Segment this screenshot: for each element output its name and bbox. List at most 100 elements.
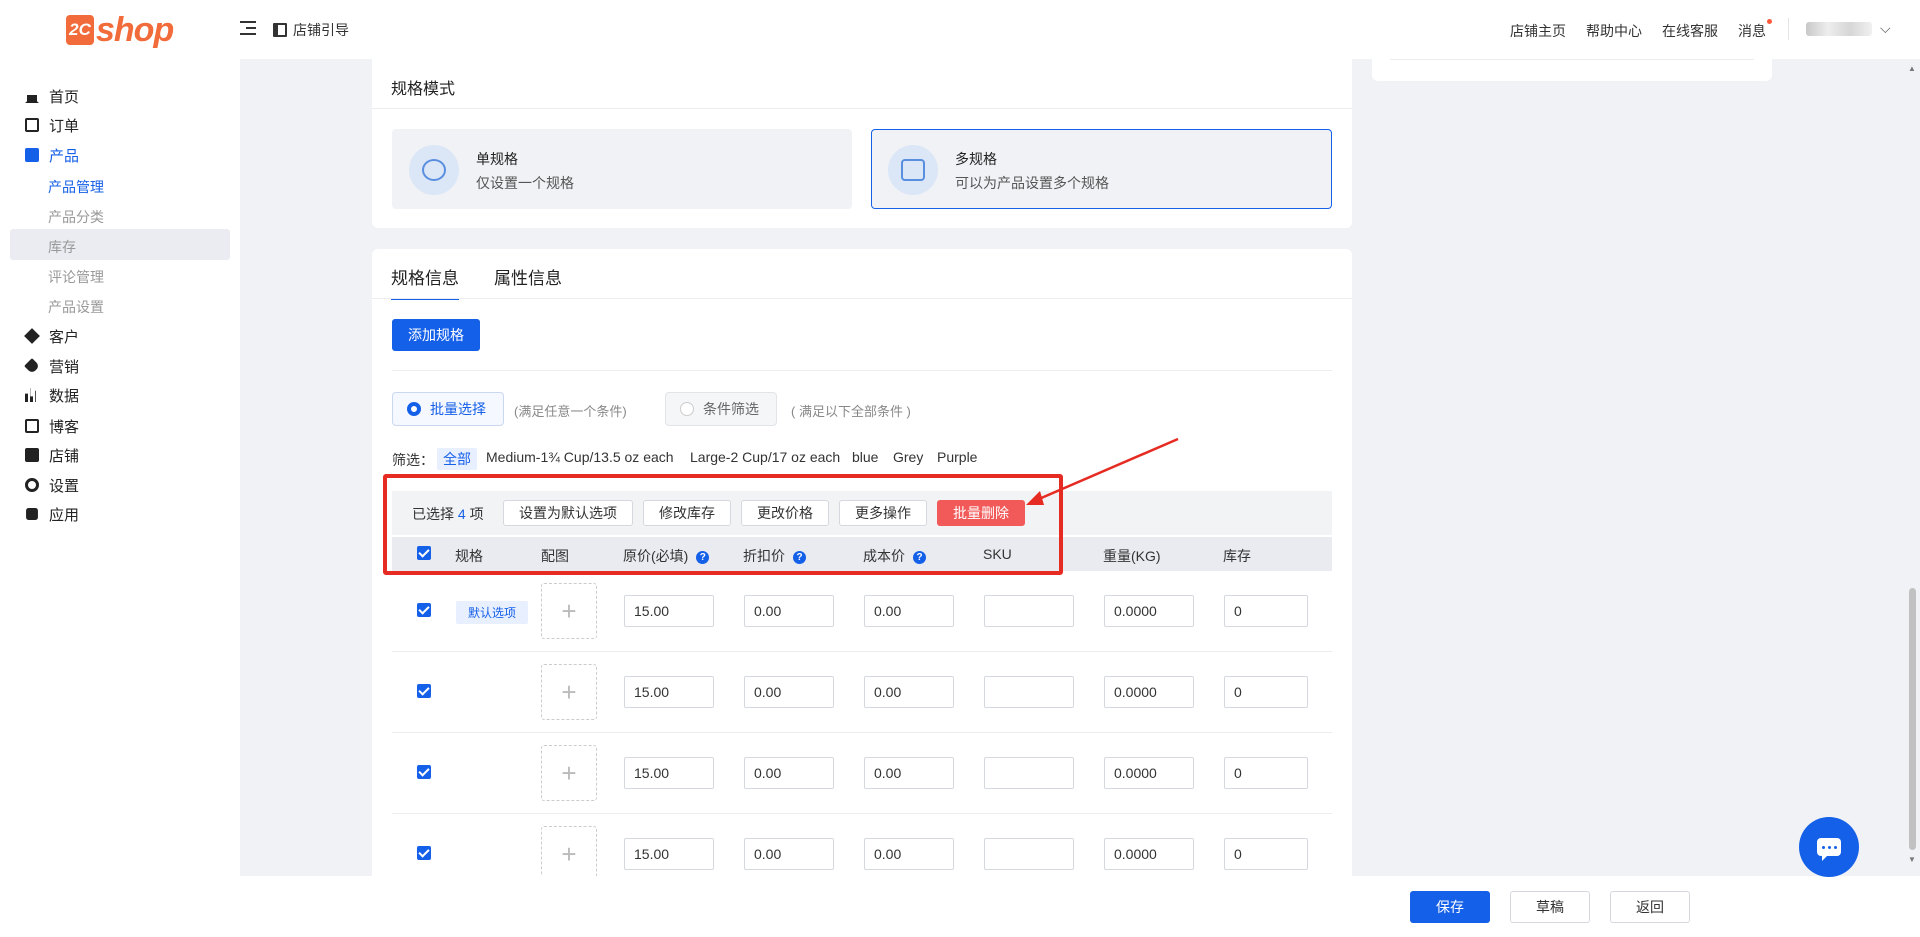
image-upload-button[interactable]: +: [541, 664, 597, 720]
filter-chip-medium[interactable]: Medium-1¾ Cup/13.5 oz each: [486, 449, 674, 465]
stock-input[interactable]: [1224, 757, 1308, 789]
discount-input[interactable]: [744, 838, 834, 870]
sidebar-item-label: 博客: [49, 418, 80, 436]
side-panel-card: [1372, 59, 1772, 81]
sidebar-item-home[interactable]: 首页: [25, 85, 79, 107]
sku-input[interactable]: [984, 757, 1074, 789]
single-spec-option[interactable]: 单规格 仅设置一个规格: [392, 129, 852, 209]
discount-input[interactable]: [744, 595, 834, 627]
weight-input[interactable]: [1104, 595, 1194, 627]
sku-input[interactable]: [984, 838, 1074, 870]
sku-input[interactable]: [984, 676, 1074, 708]
logo[interactable]: 2C shop: [66, 11, 174, 49]
sku-input[interactable]: [984, 595, 1074, 627]
th-stock: 库存: [1223, 548, 1251, 564]
sidebar-item-orders[interactable]: 订单: [25, 114, 79, 136]
sidebar-item-marketing[interactable]: 营销: [24, 355, 80, 377]
scrollbar-thumb[interactable]: [1909, 588, 1916, 850]
sidebar-item-blog[interactable]: 博客: [25, 415, 79, 437]
tab-attribute-info[interactable]: 属性信息: [494, 264, 562, 289]
sidebar-item-customers[interactable]: 客户: [24, 325, 79, 347]
price-input[interactable]: [624, 757, 714, 789]
nav-help-center[interactable]: 帮助中心: [1586, 21, 1642, 41]
multi-spec-option[interactable]: 多规格 可以为产品设置多个规格: [871, 129, 1332, 209]
weight-input[interactable]: [1104, 757, 1194, 789]
single-spec-desc: 仅设置一个规格: [476, 175, 574, 191]
stock-input[interactable]: [1224, 838, 1308, 870]
home-icon: [25, 89, 39, 103]
filter-chip-purple[interactable]: Purple: [937, 449, 977, 465]
sidebar-sub-product-management[interactable]: 产品管理: [48, 177, 104, 197]
top-bar: 2C shop 店铺引导 店铺主页 帮助中心 在线客服 消息 ⌵: [0, 0, 1920, 59]
sidebar: 首页 订单 产品 产品管理 产品分类 库存 评论管理 产品设置 客户 营销 数据…: [0, 59, 240, 937]
filter-label: 筛选：: [392, 452, 434, 468]
row-checkbox[interactable]: [417, 603, 431, 617]
cost-input[interactable]: [864, 757, 954, 789]
chevron-down-icon[interactable]: ⌵: [1880, 20, 1891, 37]
sidebar-sub-product-category[interactable]: 产品分类: [48, 207, 104, 227]
draft-button[interactable]: 草稿: [1510, 891, 1590, 923]
customer-icon: [24, 328, 40, 344]
sidebar-item-data[interactable]: 数据: [25, 384, 79, 406]
menu-toggle-icon[interactable]: [240, 21, 256, 37]
cost-input[interactable]: [864, 838, 954, 870]
store-icon: [25, 448, 39, 462]
row-checkbox[interactable]: [417, 846, 431, 860]
user-name-blurred[interactable]: [1806, 22, 1872, 36]
batch-select-radio[interactable]: 批量选择: [392, 392, 504, 426]
cost-input[interactable]: [864, 676, 954, 708]
product-bag-icon: [25, 148, 39, 162]
single-spec-icon: [409, 145, 459, 195]
default-option-tag: 默认选项: [456, 601, 529, 624]
sidebar-item-label: 数据: [49, 387, 80, 405]
filter-chip-blue[interactable]: blue: [852, 449, 878, 465]
single-spec-name: 单规格: [476, 151, 518, 167]
sidebar-item-store[interactable]: 店铺: [25, 444, 79, 466]
back-button[interactable]: 返回: [1610, 891, 1690, 923]
discount-input[interactable]: [744, 676, 834, 708]
nav-messages[interactable]: 消息: [1738, 21, 1766, 41]
save-button[interactable]: 保存: [1410, 891, 1490, 923]
chat-button[interactable]: [1799, 817, 1859, 877]
sidebar-sub-product-settings[interactable]: 产品设置: [48, 297, 104, 317]
nav-online-support[interactable]: 在线客服: [1662, 21, 1718, 41]
scroll-down-arrow-icon[interactable]: ▼: [1908, 855, 1916, 864]
price-input[interactable]: [624, 676, 714, 708]
image-upload-button[interactable]: +: [541, 745, 597, 801]
row-checkbox[interactable]: [417, 765, 431, 779]
weight-input[interactable]: [1104, 676, 1194, 708]
store-guide-link[interactable]: 店铺引导: [273, 20, 349, 40]
stock-input[interactable]: [1224, 676, 1308, 708]
scroll-up-arrow-icon[interactable]: ▲: [1908, 64, 1916, 73]
add-spec-button[interactable]: 添加规格: [392, 319, 480, 351]
row-checkbox[interactable]: [417, 684, 431, 698]
discount-input[interactable]: [744, 757, 834, 789]
sidebar-sub-inventory[interactable]: 库存: [48, 237, 76, 257]
filter-chip-all[interactable]: 全部: [437, 448, 477, 470]
condition-filter-hint: ( 满足以下全部条件 ): [791, 404, 911, 419]
tab-spec-info[interactable]: 规格信息: [391, 264, 459, 300]
price-input[interactable]: [624, 595, 714, 627]
divider: [1788, 18, 1789, 40]
stock-input[interactable]: [1224, 595, 1308, 627]
nav-store-home[interactable]: 店铺主页: [1510, 21, 1566, 41]
logo-badge: 2C: [66, 15, 94, 45]
filter-chip-grey[interactable]: Grey: [893, 449, 923, 465]
sidebar-item-label: 首页: [49, 88, 80, 106]
image-upload-button[interactable]: +: [541, 826, 597, 882]
image-upload-button[interactable]: +: [541, 583, 597, 639]
sidebar-item-products[interactable]: 产品: [25, 144, 79, 166]
price-input[interactable]: [624, 838, 714, 870]
weight-input[interactable]: [1104, 838, 1194, 870]
sidebar-sub-reviews[interactable]: 评论管理: [48, 267, 104, 287]
annotation-highlight-box: [383, 474, 1063, 575]
cost-input[interactable]: [864, 595, 954, 627]
sidebar-item-settings[interactable]: 设置: [25, 474, 79, 496]
sidebar-item-label: 营销: [49, 358, 80, 376]
message-dot-badge: [1767, 19, 1772, 24]
order-icon: [25, 118, 39, 132]
filter-chip-large[interactable]: Large-2 Cup/17 oz each: [690, 449, 840, 465]
sidebar-item-apps[interactable]: 应用: [25, 503, 79, 525]
sidebar-item-label: 订单: [49, 117, 80, 135]
condition-filter-radio[interactable]: 条件筛选: [665, 392, 777, 426]
